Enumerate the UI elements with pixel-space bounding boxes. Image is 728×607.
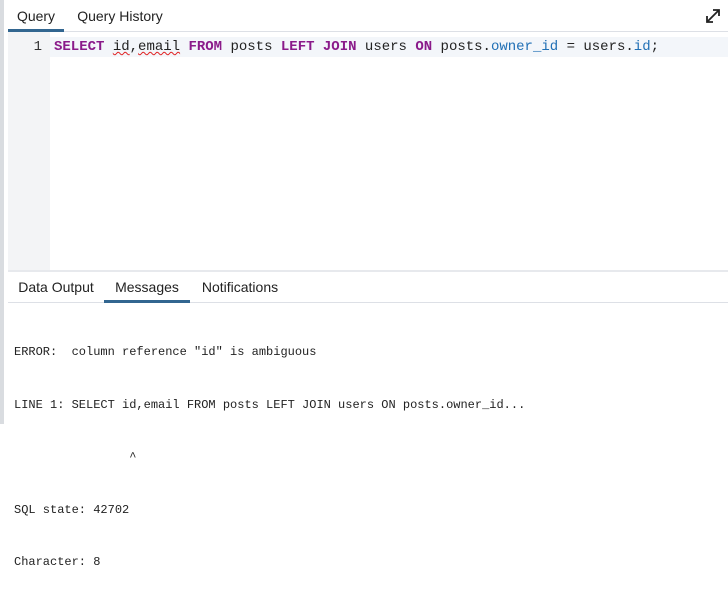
expand-icon[interactable] [704,7,722,25]
message-line: Character: 8 [14,555,101,569]
line-number: 1 [33,39,42,55]
code-token-keyword: SELECT [54,39,105,55]
output-tab-bar: Data Output Messages Notifications [8,272,728,303]
tab-query[interactable]: Query [8,0,64,32]
message-line: SQL state: 42702 [14,502,130,517]
code-token-plain: posts [222,39,281,55]
code-token-property: owner_id [490,39,559,55]
code-token-property: id [633,39,651,55]
code-token-keyword: ON [415,39,433,55]
tab-query-history[interactable]: Query History [67,0,173,32]
tab-data-output[interactable]: Data Output [8,272,104,303]
code-token-keyword: JOIN [322,39,357,55]
code-token-keyword: LEFT [280,39,315,55]
query-tool-panel: Query Query History 1 SELECT id,email FR… [0,0,728,569]
tab-notifications[interactable]: Notifications [190,272,290,303]
sql-editor[interactable]: 1 SELECT id,email FROM posts LEFT JOIN u… [8,32,728,270]
messages-output: ERROR: column reference "id" is ambiguou… [14,309,525,607]
code-token-error: email [138,39,181,55]
message-line: ^ [14,450,137,464]
message-line: ERROR: column reference "id" is ambiguou… [14,345,317,359]
code-token-keyword: FROM [188,39,223,55]
code-token-plain: users [356,39,416,55]
code-token-error: id [112,39,130,55]
code-token-plain: , [129,39,139,55]
code-token-plain: = users. [558,39,634,55]
query-tab-bar: Query Query History [8,0,728,32]
code-token-plain: ; [650,39,660,55]
message-line: LINE 1: SELECT id,email FROM posts LEFT … [14,397,526,412]
tab-messages[interactable]: Messages [104,272,190,303]
line-number-gutter: 1 [8,32,50,270]
sql-code-line[interactable]: SELECT id,email FROM posts LEFT JOIN use… [54,37,659,57]
code-token-plain: posts. [432,39,491,55]
